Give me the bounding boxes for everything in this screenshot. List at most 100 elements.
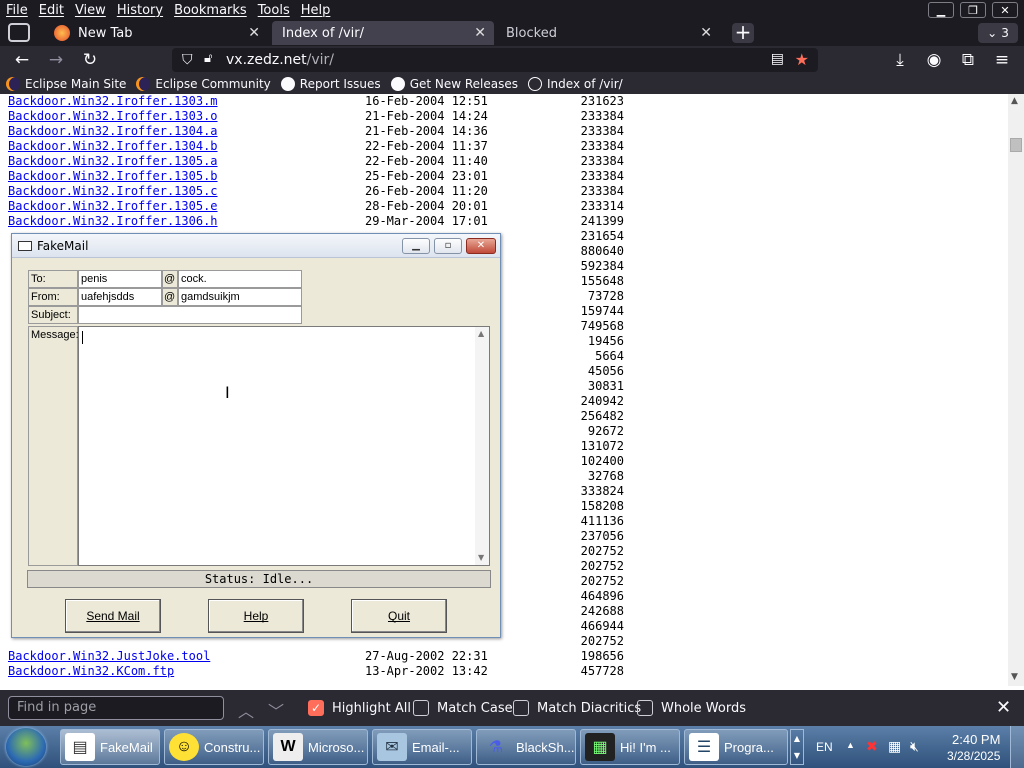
taskbar-item-blacksh[interactable]: ⚗ BlackSh...: [476, 729, 576, 765]
taskbar-item-fakemail[interactable]: ▤ FakeMail: [60, 729, 160, 765]
taskbar-item-email[interactable]: ✉ Email-...: [372, 729, 472, 765]
subject-field[interactable]: [78, 306, 302, 324]
start-button[interactable]: [6, 728, 46, 766]
file-size: 411136: [580, 514, 624, 528]
new-tab-button[interactable]: +: [732, 22, 754, 43]
forward-arrow-icon[interactable]: →: [44, 49, 68, 71]
find-next-icon[interactable]: ﹀: [268, 698, 284, 722]
menu-help[interactable]: Help: [295, 3, 336, 18]
language-indicator[interactable]: EN: [816, 740, 833, 754]
file-size: 237056: [580, 529, 624, 543]
taskbar-item-construct[interactable]: ☺ Constru...: [164, 729, 264, 765]
downloads-icon[interactable]: ⤓: [888, 49, 912, 71]
bookmark-star-icon[interactable]: ★: [795, 50, 809, 69]
back-arrow-icon[interactable]: ←: [10, 49, 34, 71]
tab-overview-icon[interactable]: [8, 23, 30, 42]
tab-blocked[interactable]: Blocked ✕: [498, 21, 720, 45]
file-link[interactable]: Backdoor.Win32.Iroffer.1305.a: [8, 154, 218, 168]
file-link[interactable]: Backdoor.Win32.Iroffer.1305.b: [8, 169, 218, 183]
close-tab-icon[interactable]: ✕: [700, 25, 712, 41]
file-size: 202752: [580, 574, 624, 588]
bookmark-report-issues[interactable]: Report Issues: [280, 77, 381, 91]
show-hidden-icons-icon[interactable]: ▲: [846, 740, 855, 750]
fakemail-titlebar[interactable]: FakeMail ▁ ▫ ✕: [12, 234, 500, 258]
bookmark-eclipse-main[interactable]: Eclipse Main Site: [6, 77, 126, 91]
find-input[interactable]: Find in page: [8, 696, 224, 720]
scroll-down-icon[interactable]: ▼: [478, 553, 484, 562]
file-link[interactable]: Backdoor.Win32.Iroffer.1303.m: [8, 94, 218, 108]
volume-muted-icon[interactable]: 🔇︎: [910, 738, 919, 755]
extensions-icon[interactable]: ⧉: [956, 49, 980, 71]
at-sign-label: @: [162, 288, 178, 306]
menu-tools[interactable]: Tools: [252, 3, 295, 18]
lock-icon[interactable]: 🔓︎: [204, 51, 212, 66]
file-link[interactable]: Backdoor.Win32.Iroffer.1303.o: [8, 109, 218, 123]
page-scrollbar[interactable]: ▲ ▼: [1008, 94, 1024, 686]
file-link[interactable]: Backdoor.Win32.Iroffer.1304.a: [8, 124, 218, 138]
file-link[interactable]: Backdoor.Win32.Iroffer.1305.c: [8, 184, 218, 198]
file-link[interactable]: Backdoor.Win32.Iroffer.1304.b: [8, 139, 218, 153]
close-window-button[interactable]: ✕: [992, 2, 1018, 18]
to-domain-field[interactable]: cock.: [178, 270, 302, 288]
bookmark-eclipse-community[interactable]: Eclipse Community: [136, 77, 271, 91]
clock-date[interactable]: 3/28/2025: [947, 749, 1000, 763]
file-link[interactable]: Backdoor.Win32.Iroffer.1306.h: [8, 214, 218, 228]
tab-index-vir[interactable]: Index of /vir/ ✕: [272, 21, 494, 45]
file-date: 16-Feb-2004 12:51: [365, 94, 488, 108]
menu-view[interactable]: View: [69, 3, 111, 18]
show-desktop-button[interactable]: [1010, 726, 1024, 768]
match-case-checkbox[interactable]: Match Case: [413, 700, 513, 716]
from-user-field[interactable]: uafehjsdds: [78, 288, 162, 306]
tab-new-tab[interactable]: New Tab ✕: [46, 21, 268, 45]
fm-minimize-button[interactable]: ▁: [402, 238, 430, 254]
account-icon[interactable]: ◉: [922, 49, 946, 71]
menu-bookmarks[interactable]: Bookmarks: [168, 3, 252, 18]
file-link[interactable]: Backdoor.Win32.JustJoke.tool: [8, 649, 210, 663]
close-tab-icon[interactable]: ✕: [248, 25, 260, 41]
message-textarea[interactable]: I ▲ ▼: [78, 326, 490, 566]
menu-file[interactable]: File: [0, 3, 33, 18]
scroll-up-icon[interactable]: ▲: [478, 329, 484, 338]
shield-icon[interactable]: ⛉: [182, 52, 193, 68]
to-user-field[interactable]: penis: [78, 270, 162, 288]
scrollbar-thumb[interactable]: [1010, 138, 1022, 152]
scroll-down-icon[interactable]: ▼: [1011, 672, 1018, 682]
match-diacritics-checkbox[interactable]: Match Diacritics: [513, 700, 641, 716]
quit-button[interactable]: Quit: [351, 599, 447, 633]
bookmark-index-vir[interactable]: Index of /vir/: [528, 77, 623, 91]
highlight-all-checkbox[interactable]: ✓ Highlight All: [308, 700, 411, 716]
close-find-bar-icon[interactable]: ✕: [996, 697, 1011, 718]
file-link[interactable]: Backdoor.Win32.Iroffer.1305.e: [8, 199, 218, 213]
bookmark-get-new-releases[interactable]: Get New Releases: [390, 77, 518, 91]
taskbar-item-microsoft-word[interactable]: W Microso...: [268, 729, 368, 765]
whole-words-checkbox[interactable]: Whole Words: [637, 700, 746, 716]
close-tab-icon[interactable]: ✕: [474, 25, 486, 41]
url-bar[interactable]: ⛉ 🔓︎ vx.zedz.net/vir/ ▤ ★: [172, 48, 818, 72]
menu-edit[interactable]: Edit: [33, 3, 69, 18]
taskbar-item-programs[interactable]: ☰ Progra...: [684, 729, 788, 765]
fm-maximize-button[interactable]: ▫: [434, 238, 462, 254]
fm-close-button[interactable]: ✕: [466, 238, 496, 254]
file-link[interactable]: Backdoor.Win32.KCom.ftp: [8, 664, 174, 678]
file-size: 159744: [580, 304, 624, 318]
from-domain-field[interactable]: gamdsuikjm: [178, 288, 302, 306]
message-scrollbar[interactable]: ▲ ▼: [475, 327, 489, 565]
scroll-up-icon[interactable]: ▲: [1011, 96, 1018, 106]
help-button[interactable]: Help: [208, 599, 304, 633]
hamburger-menu-icon[interactable]: ≡: [990, 49, 1014, 71]
reader-view-icon[interactable]: ▤: [771, 51, 784, 67]
list-all-tabs-button[interactable]: ⌄ 3: [978, 23, 1018, 43]
taskbar-item-hi-im[interactable]: ▦ Hi! I'm ...: [580, 729, 680, 765]
reload-icon[interactable]: ↻: [78, 49, 102, 71]
taskbar-scroll[interactable]: ▲ ▼: [790, 729, 804, 765]
url-text[interactable]: vx.zedz.net/vir/: [226, 52, 334, 68]
minimize-button[interactable]: ▁: [928, 2, 954, 18]
network-error-icon[interactable]: ✖: [866, 738, 878, 755]
send-mail-button[interactable]: Send Mail: [65, 599, 161, 633]
restore-button[interactable]: ❐: [960, 2, 986, 18]
network-icon[interactable]: ▦: [888, 738, 901, 755]
menu-history[interactable]: History: [111, 3, 168, 18]
checkbox-box: [413, 700, 429, 716]
find-previous-icon[interactable]: ︿: [238, 698, 254, 722]
clock-time[interactable]: 2:40 PM: [952, 732, 1000, 747]
